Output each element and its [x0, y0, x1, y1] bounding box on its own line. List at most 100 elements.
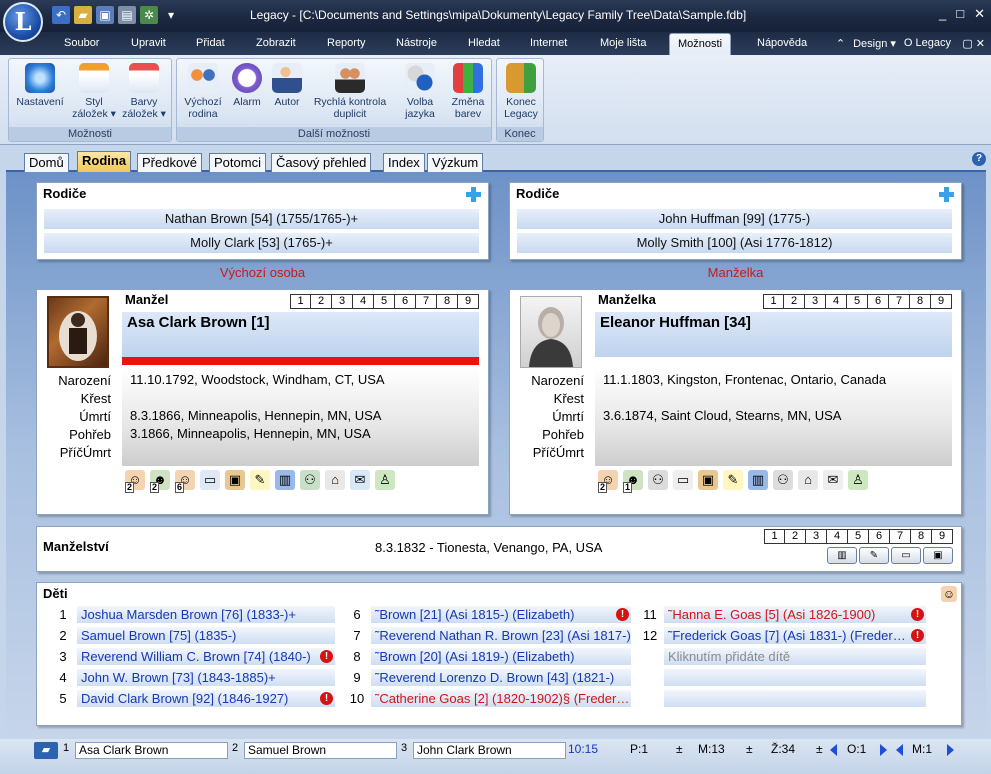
tab-moje-lista[interactable]: Moje lišta [600, 37, 646, 49]
gen-number[interactable]: 4 [826, 294, 847, 309]
status-pm-m[interactable]: ± [746, 742, 753, 756]
print-icon[interactable]: ▤ [118, 6, 136, 24]
associations-icon[interactable]: ⚇ [300, 470, 320, 490]
mdi-controls[interactable]: ▢ ✕ [962, 37, 985, 50]
notes-icon[interactable]: ▭ [200, 470, 220, 490]
nastaveni-button[interactable]: Nastavení [11, 63, 69, 108]
open-folder-icon[interactable]: ▰ [74, 6, 92, 24]
gen-number[interactable]: 1 [763, 294, 784, 309]
status-slot-2[interactable]: Samuel Brown [244, 742, 397, 759]
warning-icon[interactable]: ! [616, 608, 629, 621]
tab-napoveda[interactable]: Nápověda [757, 37, 807, 49]
rychla-kontrola-duplicit-button[interactable]: Rychlá kontrola duplicit [307, 63, 393, 120]
child-name[interactable]: John W. Brown [73] (1843-1885)+ [77, 669, 335, 686]
child-row[interactable]: 1 Joshua Marsden Brown [76] (1833-)+ [53, 606, 335, 624]
mother-name[interactable]: Molly Clark [53] (1765-)+ [44, 233, 479, 253]
child-row[interactable]: 4 John W. Brown [73] (1843-1885)+ [53, 669, 335, 687]
vychozi-rodina-button[interactable]: Výchozí rodina [178, 63, 228, 120]
warning-icon[interactable]: ! [911, 608, 924, 621]
gen-number[interactable]: 1 [764, 529, 785, 544]
child-row[interactable]: 8 ˜Brown [20] (Asi 1819-) (Elizabeth) [347, 648, 631, 666]
child-name[interactable]: ˜Hanna E. Goas [5] (Asi 1826-1900) [664, 606, 926, 623]
map-icon[interactable]: ✉ [823, 470, 843, 490]
wife-photo[interactable] [520, 296, 582, 368]
design-menu[interactable]: Design ▾ [853, 37, 896, 50]
tab-moznosti[interactable]: Možnosti [669, 33, 732, 55]
child-name[interactable]: Kliknutím přidáte dítě [664, 648, 926, 665]
children-order-icon[interactable]: ☺ [941, 586, 957, 602]
notes-icon[interactable]: ▭ [673, 470, 693, 490]
status-slot-3[interactable]: John Clark Brown [413, 742, 566, 759]
tab-internet[interactable]: Internet [530, 37, 567, 49]
gen-number[interactable]: 9 [458, 294, 479, 309]
gen-number[interactable]: 2 [785, 529, 806, 544]
sources-icon[interactable]: ▥ [275, 470, 295, 490]
picture-icon[interactable]: ▣ [225, 470, 245, 490]
child-row[interactable]: 9 ˜Reverend Lorenzo D. Brown [43] (1821-) [347, 669, 631, 687]
gen-number[interactable]: 3 [806, 529, 827, 544]
tab-hledat[interactable]: Hledat [468, 37, 500, 49]
autor-button[interactable]: Autor [267, 63, 307, 108]
wife-name[interactable]: Eleanor Huffman [34] [595, 312, 952, 357]
gen-number[interactable]: 7 [890, 529, 911, 544]
sources-icon[interactable]: ▥ [748, 470, 768, 490]
konec-legacy-button[interactable]: Konec Legacy [498, 63, 544, 120]
next-arrow-icon[interactable] [880, 744, 887, 756]
child-row[interactable]: 5 David Clark Brown [92] (1846-1927)! [53, 690, 335, 708]
children-icon[interactable]: 2 ☻ [150, 470, 170, 493]
gen-number[interactable]: 3 [805, 294, 826, 309]
child-row[interactable] [640, 690, 926, 708]
child-row[interactable]: 6 ˜Brown [21] (Asi 1815-) (Elizabeth)! [347, 606, 631, 624]
picture-icon[interactable]: ▣ [698, 470, 718, 490]
gen-number[interactable]: 4 [827, 529, 848, 544]
addresses-icon[interactable]: ⌂ [798, 470, 818, 490]
prev-arrow-icon[interactable] [830, 744, 837, 756]
gen-number[interactable]: 6 [395, 294, 416, 309]
warning-icon[interactable]: ! [320, 692, 333, 705]
map-icon[interactable]: ✉ [350, 470, 370, 490]
child-name[interactable]: ˜Catherine Goas [2] (1820-1902)§ (Freder… [371, 690, 631, 707]
marriage-value[interactable]: 8.3.1832 - Tionesta, Venango, PA, USA [375, 540, 602, 555]
child-name[interactable]: ˜Brown [21] (Asi 1815-) (Elizabeth) [371, 606, 631, 623]
siblings-icon[interactable]: ⚇ [648, 470, 668, 490]
child-row[interactable]: 12 ˜Frederick Goas [7] (Asi 1831-) (Frede… [640, 627, 926, 645]
child-name[interactable]: Joshua Marsden Brown [76] (1833-)+ [77, 606, 335, 623]
gen-number[interactable]: 2 [784, 294, 805, 309]
gen-number[interactable]: 7 [416, 294, 437, 309]
person-green-icon[interactable]: ♙ [375, 470, 395, 490]
child-name[interactable]: ˜Brown [20] (Asi 1819-) (Elizabeth) [371, 648, 631, 665]
children-icon[interactable]: 1 ☻ [623, 470, 643, 493]
doctab-predkove[interactable]: Předkové [137, 153, 202, 172]
warning-icon[interactable]: ! [320, 650, 333, 663]
status-slot-1[interactable]: Asa Clark Brown [75, 742, 228, 759]
mother-name[interactable]: Molly Smith [100] (Asi 1776-1812) [517, 233, 952, 253]
tab-reporty[interactable]: Reporty [327, 37, 366, 49]
doctab-index[interactable]: Index [383, 153, 425, 172]
gen-number[interactable]: 8 [911, 529, 932, 544]
volba-jazyka-button[interactable]: Volba jazyka [397, 63, 443, 120]
child-name[interactable] [664, 669, 926, 686]
close-button[interactable]: ✕ [974, 6, 985, 22]
gen-number[interactable]: 6 [869, 529, 890, 544]
collapse-ribbon-icon[interactable]: ⌃ [836, 37, 845, 50]
doctab-domu[interactable]: Domů [24, 153, 69, 172]
minimize-button[interactable]: _ [939, 6, 946, 22]
doctab-casovy-prehled[interactable]: Časový přehled [271, 153, 372, 172]
gen-number[interactable]: 7 [889, 294, 910, 309]
status-pm-z[interactable]: ± [816, 742, 823, 756]
gen-number[interactable]: 5 [848, 529, 869, 544]
tab-pridat[interactable]: Přidat [196, 37, 225, 49]
gen-number[interactable]: 2 [311, 294, 332, 309]
gen-number[interactable]: 6 [868, 294, 889, 309]
help-icon[interactable]: ? [972, 152, 986, 166]
doctab-vyzkum[interactable]: Výzkum [427, 153, 484, 172]
child-name[interactable]: ˜Reverend Lorenzo D. Brown [43] (1821-) [371, 669, 631, 686]
gen-number[interactable]: 5 [847, 294, 868, 309]
tree-icon[interactable]: ✲ [140, 6, 158, 24]
tab-soubor[interactable]: Soubor [64, 37, 99, 49]
child-row[interactable]: 7 ˜Reverend Nathan R. Brown [23] (Asi 181… [347, 627, 631, 645]
child-name[interactable]: ˜Frederick Goas [7] (Asi 1831-) (Frederi… [664, 627, 926, 644]
edit-icon[interactable]: ✎ [723, 470, 743, 490]
wife-events[interactable]: 11.1.1803, Kingston, Frontenac, Ontario,… [595, 368, 952, 466]
child-row[interactable]: Kliknutím přidáte dítě [640, 648, 926, 666]
